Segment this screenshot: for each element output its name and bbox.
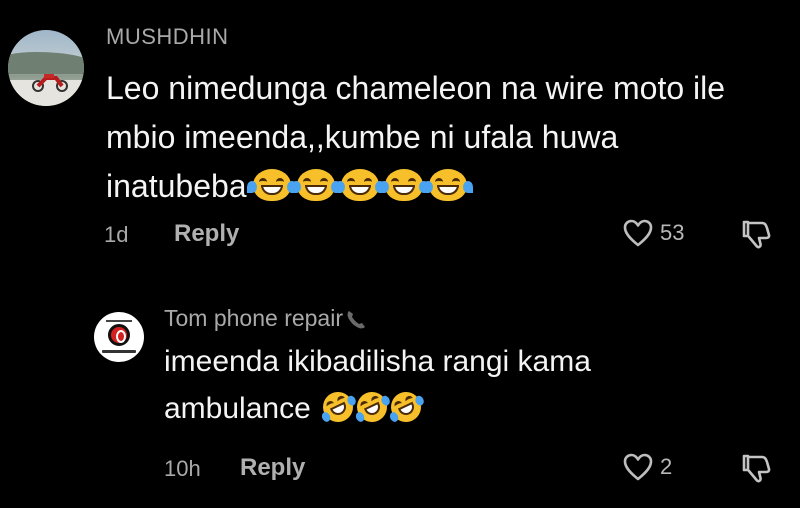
avatar[interactable] xyxy=(8,30,84,106)
comment-timestamp: 1d xyxy=(104,222,129,247)
reply-username[interactable]: Tom phone repair xyxy=(164,305,367,332)
heart-icon xyxy=(623,219,653,247)
thumbs-down-icon xyxy=(742,220,771,249)
comment-text: Leo nimedunga chameleon na wire moto ile… xyxy=(106,64,746,211)
like-count: 53 xyxy=(660,220,685,245)
thumbs-down-icon xyxy=(742,454,771,483)
motorcycle-icon xyxy=(32,74,68,92)
dislike-button[interactable] xyxy=(738,216,774,252)
telephone-receiver-icon xyxy=(347,310,365,328)
face-with-tears-of-joy-icon xyxy=(334,169,385,201)
face-with-tears-of-joy-icon xyxy=(378,169,429,201)
heart-icon xyxy=(623,453,653,481)
like-button[interactable]: 2 xyxy=(622,452,672,482)
comment-username[interactable]: MUSHDHIN xyxy=(106,24,229,50)
like-button[interactable]: 53 xyxy=(622,218,684,248)
reply-button[interactable]: Reply xyxy=(174,220,239,248)
rolling-on-floor-laughing-icon xyxy=(352,387,393,427)
avatar[interactable] xyxy=(94,312,144,362)
reply-button[interactable]: Reply xyxy=(240,454,305,482)
rolling-on-floor-laughing-icon xyxy=(318,387,359,427)
dislike-button[interactable] xyxy=(738,450,774,486)
reply-timestamp: 10h xyxy=(164,456,201,481)
rolling-on-floor-laughing-icon xyxy=(386,387,427,427)
reply-text: imeenda ikibadilisha rangi kama ambulanc… xyxy=(164,338,724,432)
like-count: 2 xyxy=(660,454,673,479)
face-with-tears-of-joy-icon xyxy=(290,169,341,201)
face-with-tears-of-joy-icon xyxy=(246,169,297,201)
face-with-tears-of-joy-icon xyxy=(422,169,473,201)
reply-username-text: Tom phone repair xyxy=(164,305,343,331)
